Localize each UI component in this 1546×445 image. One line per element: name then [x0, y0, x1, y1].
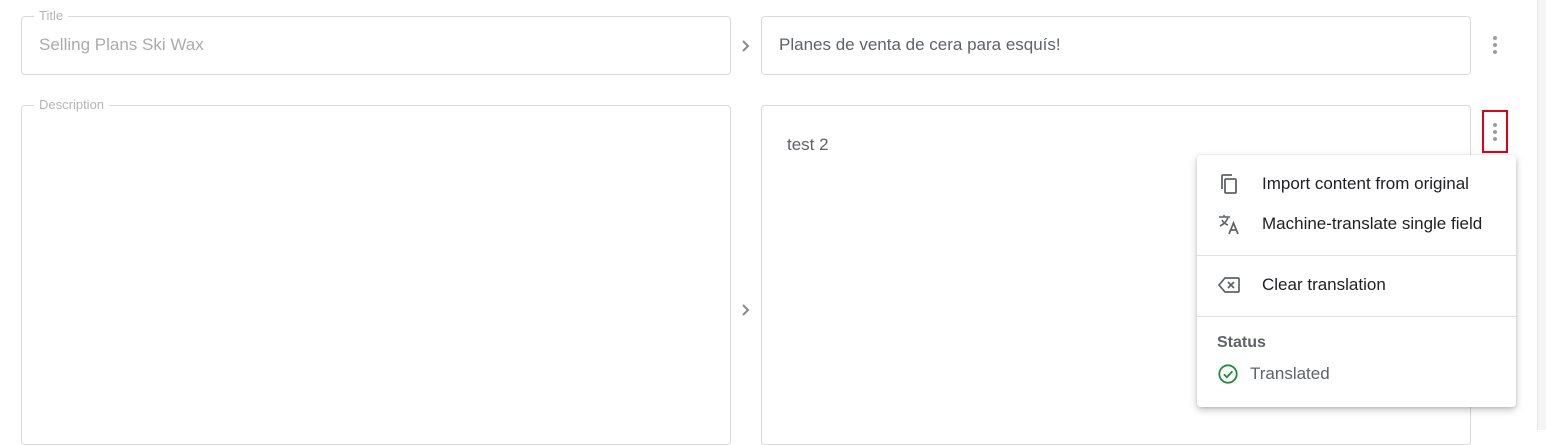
menu-divider: [1197, 316, 1516, 317]
page-edge-scroll-area: [1537, 0, 1546, 430]
status-heading: Status: [1217, 334, 1266, 351]
status-badge: Translated: [1217, 362, 1330, 386]
kebab-dot: [1493, 36, 1497, 40]
title-field-options-button[interactable]: [1483, 27, 1507, 63]
kebab-dot: [1493, 122, 1497, 127]
kebab-dot: [1493, 43, 1497, 47]
menu-item-label: Clear translation: [1262, 275, 1386, 294]
title-original-field: Title Selling Plans Ski Wax: [21, 8, 731, 75]
menu-item-import-original[interactable]: Import content from original: [1197, 164, 1516, 204]
check-circle-icon: [1218, 364, 1238, 384]
menu-item-label: Import content from original: [1262, 174, 1469, 193]
description-translation-value[interactable]: test 2: [787, 135, 829, 155]
backspace-icon: [1217, 277, 1240, 293]
chevron-right-icon: [742, 40, 750, 52]
title-translation-field[interactable]: Planes de venta de cera para esquís!: [761, 16, 1471, 75]
title-translation-value[interactable]: Planes de venta de cera para esquís!: [779, 35, 1061, 55]
menu-item-clear-translation[interactable]: Clear translation: [1197, 265, 1516, 305]
description-field-label: Description: [34, 97, 110, 113]
copy-icon: [1221, 174, 1237, 194]
status-value: Translated: [1250, 364, 1330, 383]
kebab-dot: [1493, 129, 1497, 134]
menu-item-label: Machine-translate single field: [1262, 214, 1483, 233]
translate-icon: [1219, 215, 1239, 235]
description-field-options-button[interactable]: [1482, 110, 1508, 153]
kebab-dot: [1493, 50, 1497, 54]
menu-item-machine-translate[interactable]: Machine-translate single field: [1197, 204, 1516, 244]
title-original-value: Selling Plans Ski Wax: [39, 35, 204, 54]
description-original-field: Description: [21, 97, 731, 445]
field-options-menu: Import content from original Machine-tra…: [1197, 155, 1516, 407]
kebab-dot: [1493, 136, 1497, 141]
title-field-label: Title: [34, 8, 69, 24]
chevron-right-icon: [742, 304, 750, 316]
menu-divider: [1197, 255, 1516, 256]
